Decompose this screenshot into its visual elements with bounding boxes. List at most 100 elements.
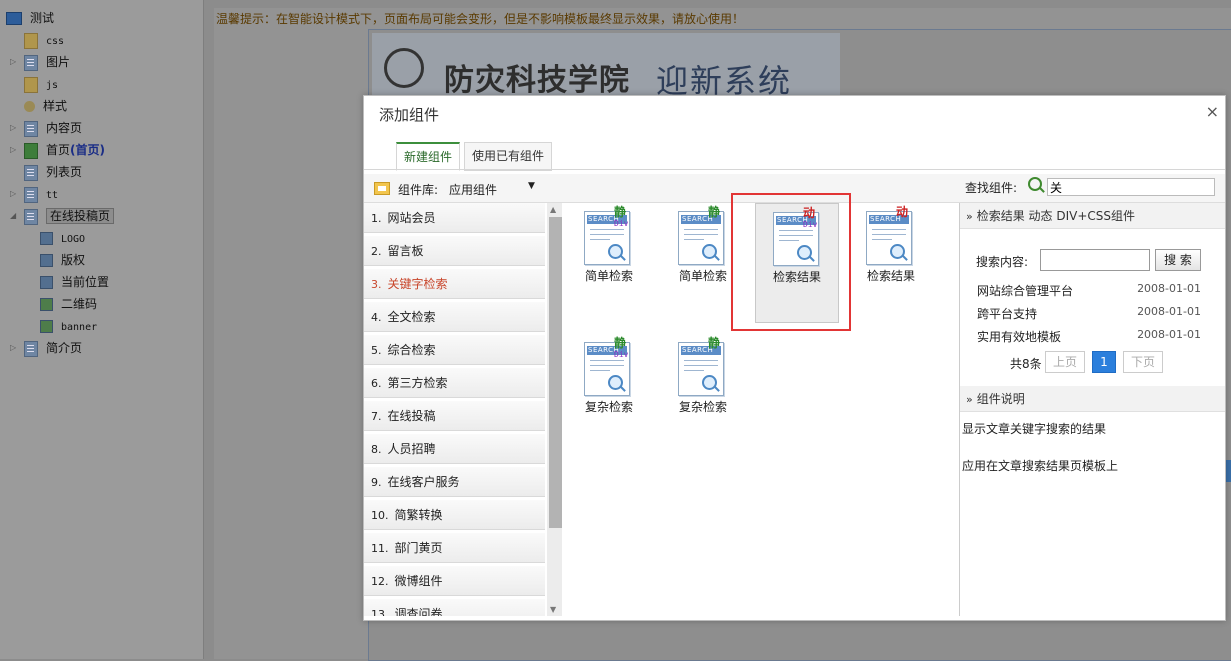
scroll-down-icon[interactable]: ▼ (550, 605, 556, 614)
pager-current: 1 (1092, 351, 1116, 373)
library-label: 组件库: (398, 183, 439, 197)
collapse-arrow-icon[interactable]: ◢ (10, 206, 18, 226)
pager-total: 共8条 (1010, 357, 1042, 371)
page-icon (24, 208, 38, 225)
tree-node-css[interactable]: css (24, 30, 64, 50)
tree-node-logo[interactable]: LOGO (40, 228, 85, 248)
static-badge: 静 (614, 205, 627, 219)
monitor-icon (6, 12, 22, 25)
page-icon (24, 164, 38, 181)
library-select[interactable]: 应用组件 (449, 181, 497, 198)
category-item[interactable]: 11. 部门黄页 (364, 533, 545, 563)
double-chevron-icon: » (966, 210, 973, 223)
page-icon (24, 120, 38, 137)
double-chevron-icon: » (966, 393, 973, 406)
tab-existing-component[interactable]: 使用已有组件 (464, 142, 553, 171)
component-simple-search-div[interactable]: SEARCH 静 Div 简单检索 (567, 203, 651, 323)
component-icon (40, 320, 53, 333)
library-icon (374, 182, 390, 195)
scroll-up-icon[interactable]: ▲ (550, 205, 556, 214)
close-icon[interactable]: × (1206, 102, 1219, 121)
dynamic-badge: 动 (896, 205, 909, 219)
component-label: 检索结果 (866, 269, 915, 283)
static-badge: 静 (708, 205, 721, 219)
tree-node-content-page[interactable]: ▷ 内容页 (10, 118, 82, 138)
school-logo-icon (384, 48, 424, 88)
tree-node-copyright[interactable]: 版权 (40, 250, 85, 270)
search-icon[interactable] (1028, 177, 1042, 191)
category-item[interactable]: 4. 全文检索 (364, 302, 545, 332)
add-component-dialog: 添加组件 × 新建组件 使用已有组件 组件库: 应用组件 ▼ 查找组件: 1.网… (363, 95, 1226, 621)
preview-header: » 检索结果 动态 DIV+CSS组件 (960, 203, 1225, 229)
expand-arrow-icon[interactable]: ▷ (10, 140, 18, 160)
home-icon (24, 142, 38, 159)
page-icon (24, 186, 38, 203)
component-label: 复杂检索 (678, 400, 727, 414)
tree-node-root[interactable]: 测试 (6, 8, 54, 28)
category-item[interactable]: 6. 第三方检索 (364, 368, 545, 398)
tree-node-home[interactable]: ▷ 首页(首页) (10, 140, 105, 160)
tree-node-qrcode[interactable]: 二维码 (40, 294, 97, 314)
component-preview-pane: » 检索结果 动态 DIV+CSS组件 搜索内容: 搜 索 网站综合管理平台 200… (960, 203, 1225, 616)
site-tree: 测试 css ▷ 图片 js 样式 ▷ 内容页 ▷ 首页(首页) 列表页 ▷ t… (0, 0, 204, 659)
component-icon (40, 254, 53, 267)
category-list: 1. 网站会员 2. 留言板 3. 关键字检索 4. 全文检索 5. 综合检索 6. 第三方… (364, 203, 548, 616)
preview-result-row: 跨平台支持 2008-01-01 (977, 305, 1201, 321)
expand-arrow-icon[interactable]: ▷ (10, 52, 18, 72)
preview-search-label: 搜索内容: (976, 255, 1029, 269)
tree-node-intro-page[interactable]: ▷ 简介页 (10, 338, 82, 358)
tree-node-submission-page[interactable]: ◢ 在线投稿页 (10, 206, 115, 226)
static-badge: 静 (614, 336, 627, 350)
find-component-input[interactable] (1047, 178, 1215, 196)
expand-arrow-icon[interactable]: ▷ (10, 118, 18, 138)
category-item[interactable]: 12. 微博组件 (364, 566, 545, 596)
description-line: 应用在文章搜索结果页模板上 (962, 459, 1119, 473)
category-item[interactable]: 9. 在线客户服务 (364, 467, 545, 497)
expand-arrow-icon[interactable]: ▷ (10, 338, 18, 358)
dialog-title: 添加组件 (379, 106, 440, 124)
tree-node-banner[interactable]: banner (40, 316, 97, 336)
preview-result-row: 实用有效地模板 2008-01-01 (977, 328, 1201, 344)
page-icon (24, 340, 38, 357)
tab-new-component[interactable]: 新建组件 (396, 142, 461, 171)
div-badge: Div (614, 350, 629, 359)
folder-icon (24, 32, 38, 49)
component-icon (40, 276, 53, 289)
preview-result-row: 网站综合管理平台 2008-01-01 (977, 282, 1201, 298)
description-line: 显示文章关键字搜索的结果 (962, 422, 1107, 436)
category-item[interactable]: 7. 在线投稿 (364, 401, 545, 431)
category-item[interactable]: 5. 综合检索 (364, 335, 545, 365)
tree-node-breadcrumb[interactable]: 当前位置 (40, 272, 109, 292)
category-item[interactable]: 10. 简繁转换 (364, 500, 545, 530)
banner-school-name: 防灾科技学院 (444, 63, 630, 98)
tree-node-list-page[interactable]: 列表页 (24, 162, 82, 182)
scroll-thumb[interactable] (549, 217, 562, 528)
tab-divider (364, 169, 1225, 170)
chevron-down-icon[interactable]: ▼ (528, 181, 535, 191)
category-item[interactable]: 2. 留言板 (364, 236, 545, 266)
tree-node-tt[interactable]: ▷ tt (10, 184, 58, 204)
category-item[interactable]: 1. 网站会员 (364, 203, 545, 233)
tree-node-images[interactable]: ▷ 图片 (10, 52, 70, 72)
selection-highlight-box (731, 193, 851, 331)
page-icon (24, 54, 38, 71)
gear-icon (24, 101, 35, 112)
static-badge: 静 (708, 336, 721, 350)
preview-search-input (1040, 249, 1150, 271)
category-item-active[interactable]: 3. 关键字检索 (364, 269, 545, 299)
tree-node-js[interactable]: js (24, 74, 58, 94)
description-header: » 组件说明 (960, 386, 1225, 412)
category-scrollbar[interactable]: ▲ ▼ (547, 203, 562, 616)
component-advanced-search[interactable]: SEARCH 静 复杂检索 (661, 334, 745, 454)
component-search-results[interactable]: SEARCH 动 检索结果 (849, 203, 933, 323)
component-icon (40, 298, 53, 311)
category-item[interactable]: 8. 人员招聘 (364, 434, 545, 464)
category-item[interactable]: 13. 调查问卷 (364, 599, 545, 616)
component-advanced-search-div[interactable]: SEARCH 静 Div 复杂检索 (567, 334, 651, 454)
div-badge: Div (614, 219, 629, 228)
component-label: 简单检索 (584, 269, 633, 283)
find-label: 查找组件: (965, 181, 1018, 195)
expand-arrow-icon[interactable]: ▷ (10, 184, 18, 204)
component-label: 复杂检索 (584, 400, 633, 414)
tree-node-styles[interactable]: 样式 (24, 96, 67, 116)
